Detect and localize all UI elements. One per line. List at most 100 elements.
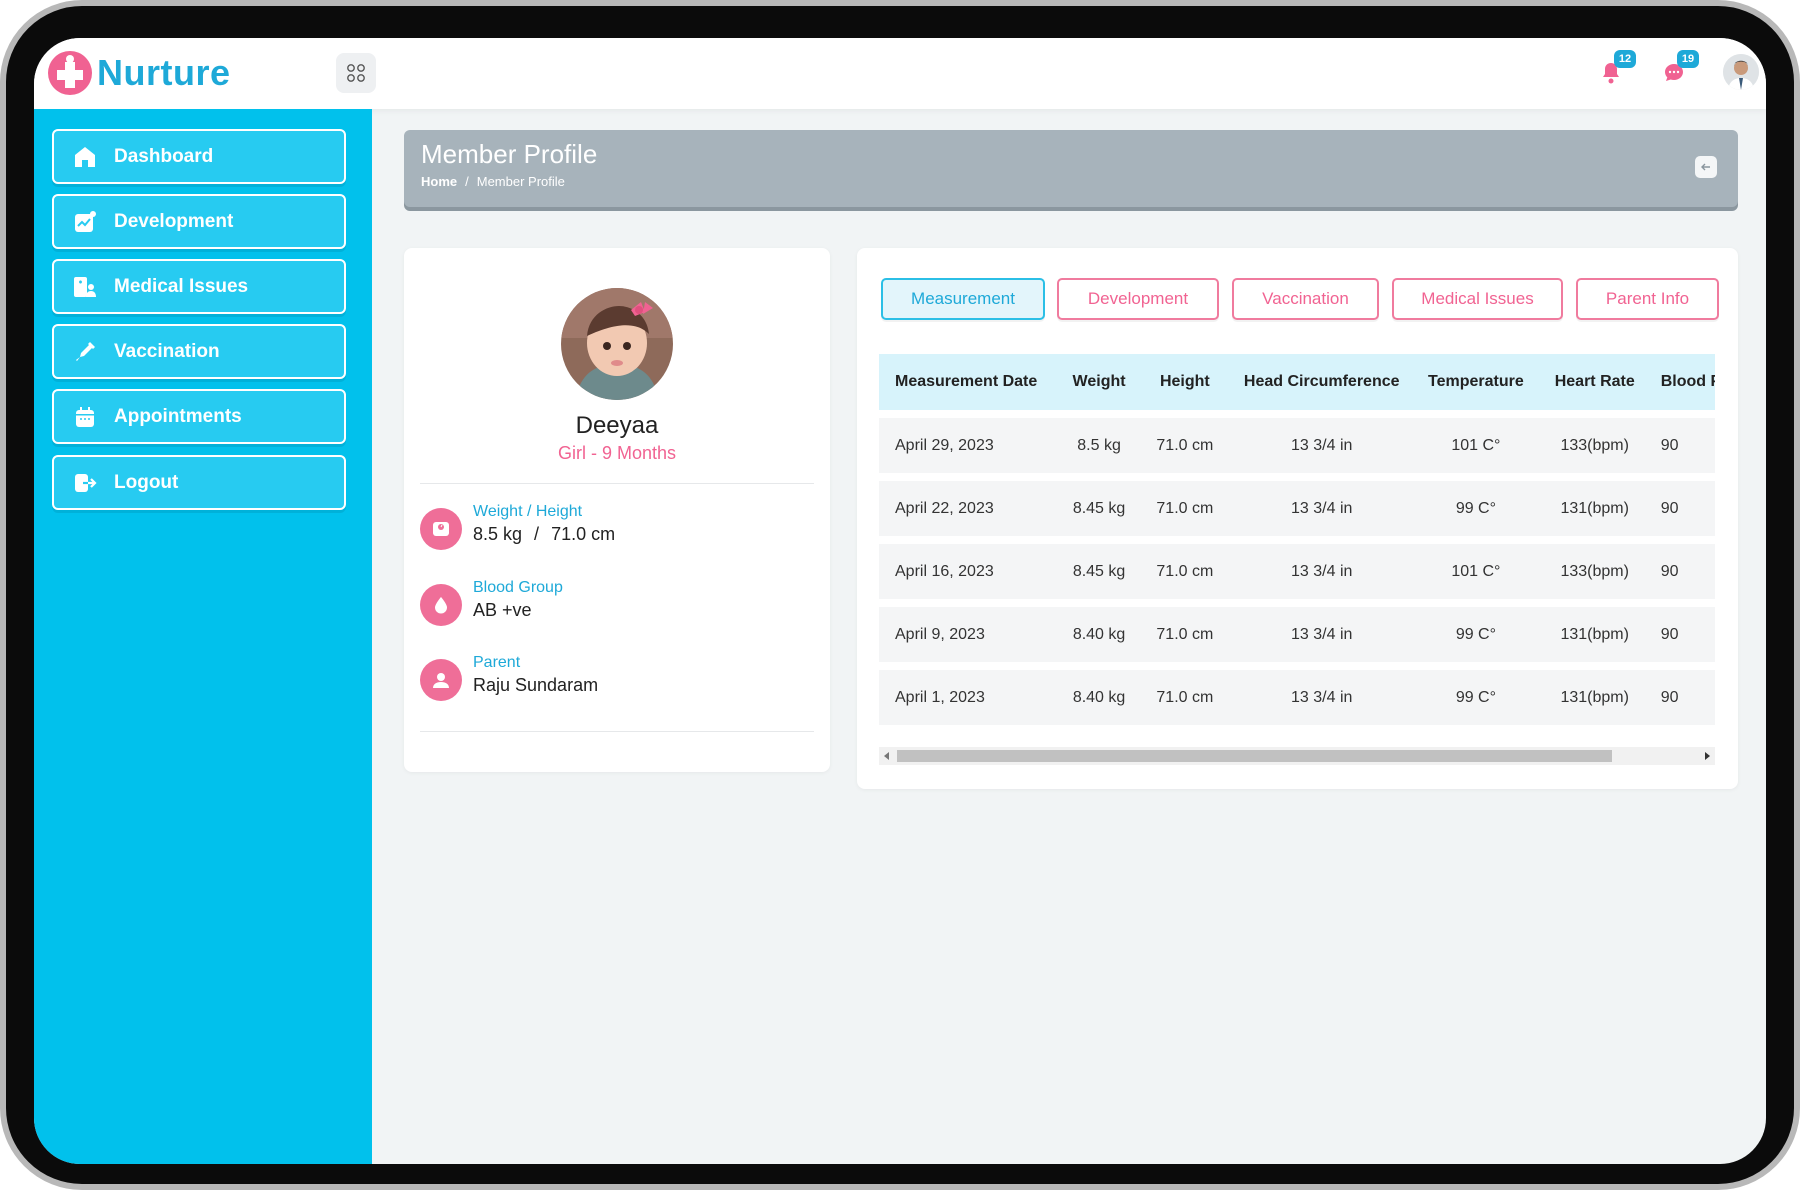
member-gender-age: Girl - 9 Months xyxy=(557,443,677,463)
tab-vaccination[interactable]: Vaccination xyxy=(1232,278,1379,320)
home-icon xyxy=(72,144,98,170)
table-cell: 133(bpm) xyxy=(1536,418,1653,473)
sidebar-item-label: Vaccination xyxy=(114,340,220,362)
column-header[interactable]: Blood Pressure xyxy=(1652,354,1715,410)
tablet-frame: Nurture 12 19 Dashboard Development Medi… xyxy=(0,0,1800,1190)
sidebar-item-logout[interactable]: Logout xyxy=(52,455,346,510)
table-cell: April 16, 2023 xyxy=(879,544,1057,599)
scroll-left-arrow-icon[interactable] xyxy=(881,750,893,762)
table-cell: 13 3/4 in xyxy=(1228,670,1416,725)
page-title-bar: Member Profile Home / Member Profile xyxy=(404,130,1738,207)
sidebar-item-medical-issues[interactable]: Medical Issues xyxy=(52,259,346,314)
medical-icon xyxy=(72,274,98,300)
parent-value[interactable]: Raju Sundaram xyxy=(473,673,598,697)
weight-height-label: Weight / Height xyxy=(473,503,583,520)
table-cell: 8.5 kg xyxy=(1056,418,1142,473)
user-avatar[interactable] xyxy=(1723,54,1759,90)
table-row[interactable]: April 22, 2023 8.45 kg 71.0 cm 13 3/4 in… xyxy=(879,481,1715,536)
breadcrumb-home-link[interactable]: Home xyxy=(421,174,457,189)
table-row[interactable]: April 16, 2023 8.45 kg 71.0 cm 13 3/4 in… xyxy=(879,544,1715,599)
table-cell: 71.0 cm xyxy=(1141,607,1229,662)
measurement-table-container[interactable]: Measurement Date Weight Height Head Circ… xyxy=(879,354,1715,734)
weight-height-separator: / xyxy=(534,524,540,544)
table-cell: April 29, 2023 xyxy=(879,418,1057,473)
apps-grid-button[interactable] xyxy=(336,53,376,93)
table-header-row: Measurement Date Weight Height Head Circ… xyxy=(879,354,1715,410)
table-cell: 99 C° xyxy=(1415,481,1537,536)
height-value: 71.0 cm xyxy=(551,524,616,544)
table-cell: 71.0 cm xyxy=(1141,481,1229,536)
measurement-table: Measurement Date Weight Height Head Circ… xyxy=(879,354,1715,733)
table-cell: 13 3/4 in xyxy=(1228,481,1416,536)
sidebar-item-appointments[interactable]: Appointments xyxy=(52,389,346,444)
table-cell: 101 C° xyxy=(1415,544,1537,599)
table-cell: 131(bpm) xyxy=(1536,481,1653,536)
table-cell: 13 3/4 in xyxy=(1228,418,1416,473)
divider xyxy=(420,731,814,732)
sidebar-item-label: Logout xyxy=(114,471,179,493)
brand[interactable]: Nurture xyxy=(47,50,231,96)
brand-logo-icon xyxy=(48,51,92,95)
sidebar-item-vaccination[interactable]: Vaccination xyxy=(52,324,346,379)
table-cell: 99 C° xyxy=(1415,670,1537,725)
scale-icon xyxy=(420,508,462,550)
member-photo xyxy=(561,288,673,400)
column-header[interactable]: Weight xyxy=(1056,354,1142,410)
table-cell: 90 xyxy=(1652,607,1715,662)
table-cell: 8.45 kg xyxy=(1056,544,1142,599)
table-row[interactable]: April 9, 2023 8.40 kg 71.0 cm 13 3/4 in … xyxy=(879,607,1715,662)
table-row[interactable]: April 1, 2023 8.40 kg 71.0 cm 13 3/4 in … xyxy=(879,670,1715,725)
sidebar-item-label: Development xyxy=(114,210,234,232)
messages-badge: 19 xyxy=(1677,50,1699,68)
column-header[interactable]: Measurement Date xyxy=(879,354,1057,410)
tab-measurement[interactable]: Measurement xyxy=(881,278,1045,320)
sidebar-item-dashboard[interactable]: Dashboard xyxy=(52,129,346,184)
table-cell: 71.0 cm xyxy=(1141,544,1229,599)
horizontal-scrollbar[interactable] xyxy=(879,747,1715,765)
table-cell: 13 3/4 in xyxy=(1228,607,1416,662)
baby-photo-image xyxy=(561,288,673,400)
table-cell: 90 xyxy=(1652,418,1715,473)
app-screen: Nurture 12 19 Dashboard Development Medi… xyxy=(34,38,1766,1164)
chart-icon xyxy=(72,209,98,235)
records-card: Measurement Development Vaccination Medi… xyxy=(857,248,1738,789)
top-header: Nurture 12 19 xyxy=(34,38,1766,109)
logout-icon xyxy=(72,470,98,496)
table-row[interactable]: April 29, 2023 8.5 kg 71.0 cm 13 3/4 in … xyxy=(879,418,1715,473)
table-cell: April 22, 2023 xyxy=(879,481,1057,536)
blood-group-value: AB +ve xyxy=(473,600,532,620)
column-header[interactable]: Temperature xyxy=(1415,354,1537,410)
table-cell: April 1, 2023 xyxy=(879,670,1057,725)
table-cell: 133(bpm) xyxy=(1536,544,1653,599)
table-cell: April 9, 2023 xyxy=(879,607,1057,662)
divider xyxy=(420,483,814,484)
page-title: Member Profile xyxy=(421,139,598,169)
scroll-right-arrow-icon[interactable] xyxy=(1701,750,1713,762)
parent-label: Parent xyxy=(473,654,521,671)
table-cell: 90 xyxy=(1652,481,1715,536)
column-header[interactable]: Head Circumference xyxy=(1228,354,1416,410)
tab-medical-issues[interactable]: Medical Issues xyxy=(1392,278,1563,320)
sidebar-item-development[interactable]: Development xyxy=(52,194,346,249)
calendar-icon xyxy=(72,404,98,430)
back-button[interactable] xyxy=(1695,156,1717,178)
sidebar-item-label: Dashboard xyxy=(114,145,214,167)
table-cell: 131(bpm) xyxy=(1536,670,1653,725)
messages-button[interactable]: 19 xyxy=(1657,50,1699,90)
column-header[interactable]: Heart Rate xyxy=(1536,354,1653,410)
user-avatar-image xyxy=(1723,54,1759,90)
tab-parent-info[interactable]: Parent Info xyxy=(1576,278,1719,320)
blood-group-row: Blood Group AB +ve xyxy=(420,578,563,626)
breadcrumb: Home / Member Profile xyxy=(421,174,565,189)
user-icon xyxy=(420,659,462,701)
table-cell: 8.45 kg xyxy=(1056,481,1142,536)
table-cell: 8.40 kg xyxy=(1056,670,1142,725)
notifications-button[interactable]: 12 xyxy=(1594,50,1636,90)
table-cell: 101 C° xyxy=(1415,418,1537,473)
blood-group-label: Blood Group xyxy=(473,579,563,596)
tab-development[interactable]: Development xyxy=(1057,278,1219,320)
scrollbar-thumb[interactable] xyxy=(897,750,1612,762)
brand-name: Nurture xyxy=(97,52,231,93)
column-header[interactable]: Height xyxy=(1141,354,1229,410)
syringe-icon xyxy=(72,339,98,365)
